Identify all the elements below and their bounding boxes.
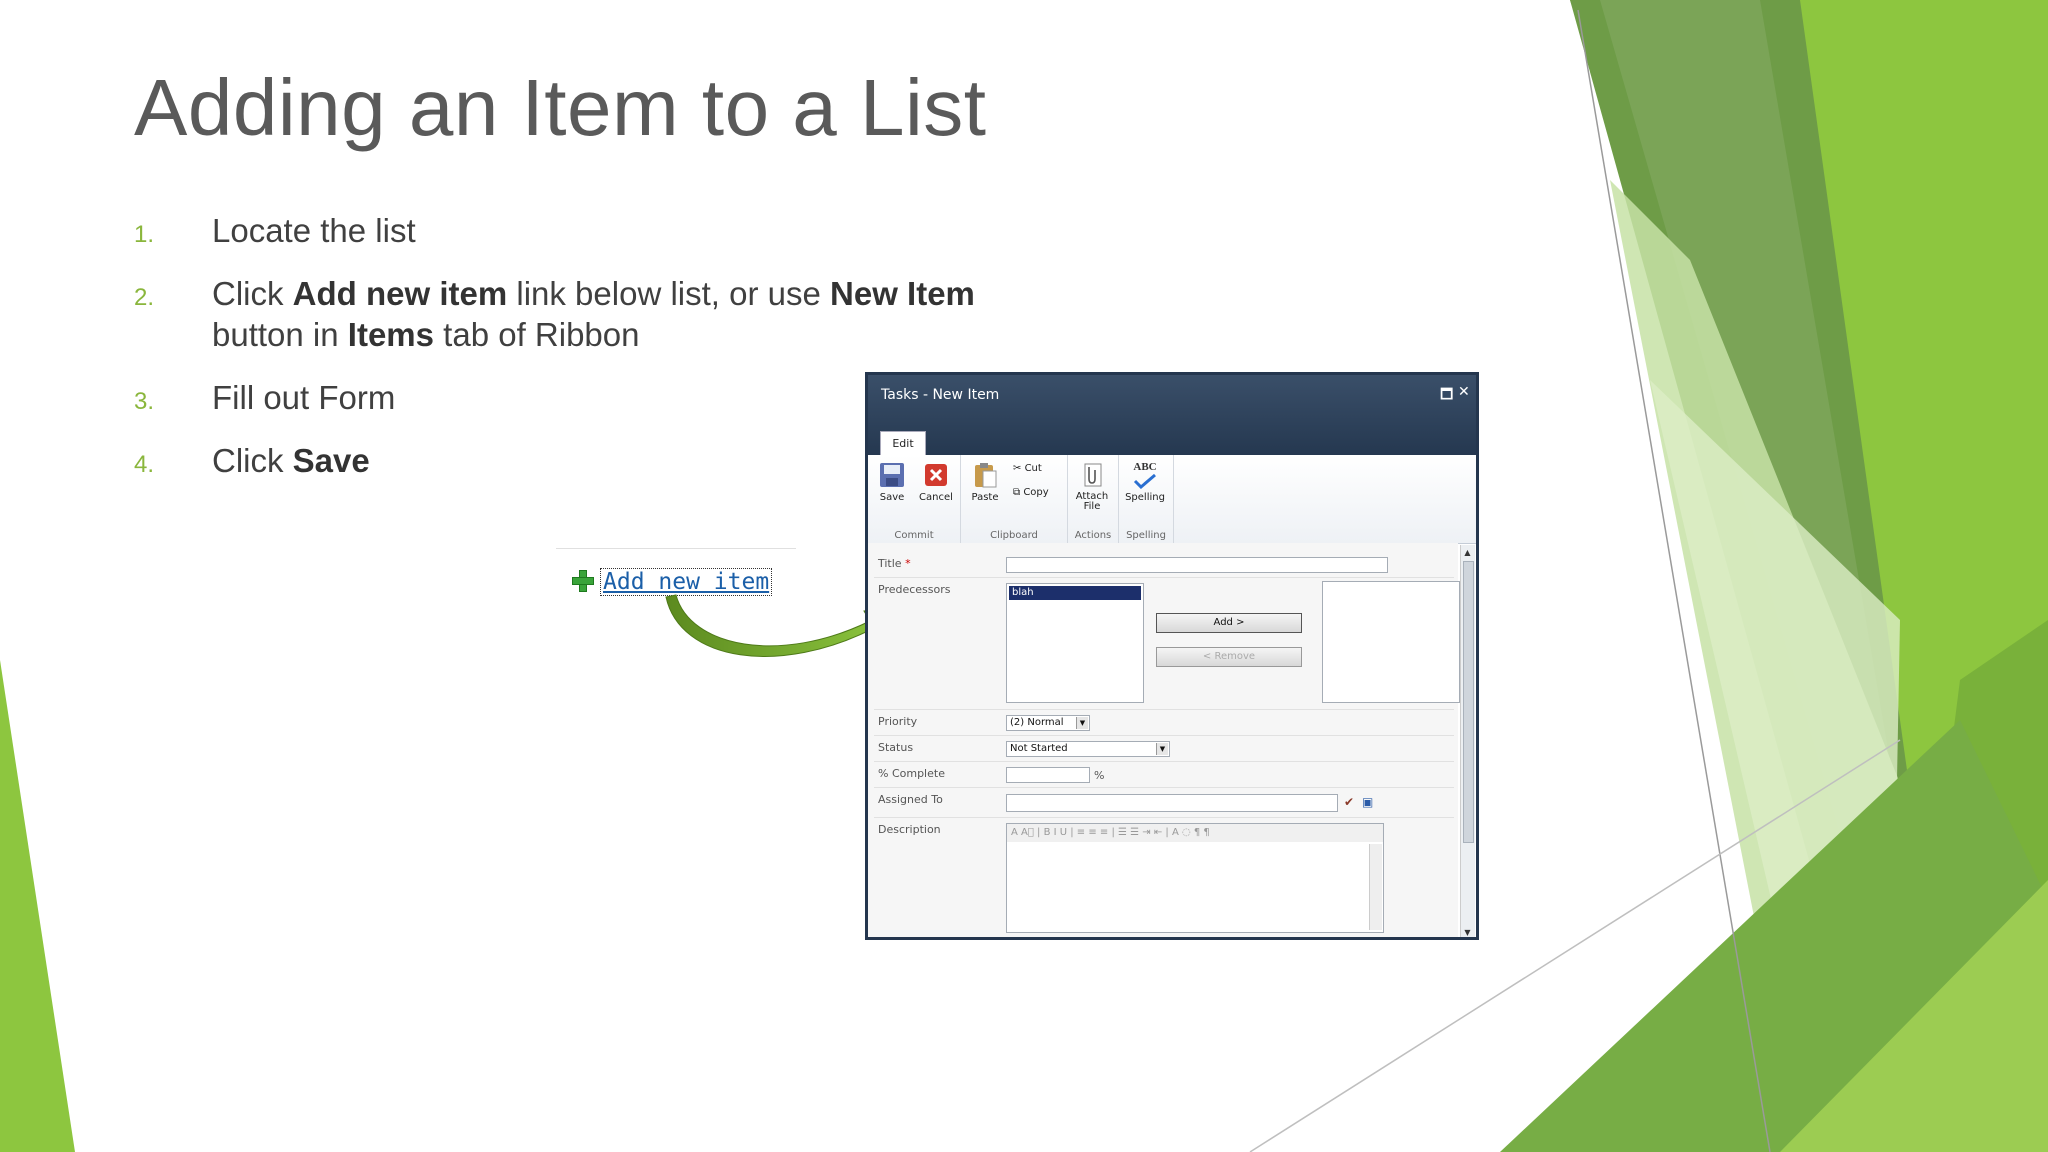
spellcheck-icon: ABC xyxy=(1131,461,1159,489)
save-label: Save xyxy=(879,492,905,503)
status-select[interactable]: Not Started ▼ xyxy=(1006,741,1170,757)
step-text: link below list, or use xyxy=(507,275,831,312)
group-commit: Save Cancel Commit xyxy=(868,455,961,543)
cut-button[interactable]: ✂ Cut xyxy=(1013,463,1042,474)
plus-icon xyxy=(572,570,594,592)
description-editor[interactable]: A A⃒ | B I U | ≡ ≡ ≡ | ☰ ☰ ⇥ ⇤ | A ◌ ¶ ¶ xyxy=(1006,823,1384,933)
group-clipboard: Paste ✂ Cut ⧉ Copy Clipboard xyxy=(961,455,1068,543)
step-item: 2. Click Add new item link below list, or… xyxy=(134,273,1034,355)
paste-button[interactable]: Paste xyxy=(963,461,1007,503)
spelling-button[interactable]: ABC Spelling xyxy=(1123,461,1167,503)
assigned-label: Assigned To xyxy=(878,793,943,806)
scroll-thumb[interactable] xyxy=(1463,561,1474,843)
step-number: 3. xyxy=(134,388,155,415)
row-title: Title * xyxy=(874,553,1454,578)
browse-icon[interactable]: ▣ xyxy=(1362,795,1373,809)
rich-text-toolbar[interactable]: A A⃒ | B I U | ≡ ≡ ≡ | ☰ ☰ ⇥ ⇤ | A ◌ ¶ ¶ xyxy=(1007,824,1383,842)
ribbon: Save Cancel Commit Paste ✂ Cut ⧉ Copy Cl… xyxy=(868,455,1476,544)
cancel-button[interactable]: Cancel xyxy=(914,461,958,503)
spelling-label: Spelling xyxy=(1125,492,1165,503)
close-icon[interactable]: ✕ xyxy=(1458,384,1470,400)
percent-complete-input[interactable] xyxy=(1006,767,1090,783)
step-text: Click xyxy=(212,442,293,479)
row-assigned: Assigned To ✔ ▣ xyxy=(874,789,1454,818)
required-marker: * xyxy=(905,557,911,570)
group-actions: Attach File Actions xyxy=(1068,455,1119,543)
row-description: Description A A⃒ | B I U | ≡ ≡ ≡ | ☰ ☰ ⇥… xyxy=(874,819,1454,937)
predecessor-option[interactable]: blah xyxy=(1009,586,1141,600)
status-value: Not Started xyxy=(1010,743,1068,754)
copy-label: Copy xyxy=(1023,487,1049,498)
step-text: button in xyxy=(212,316,348,353)
step-number: 4. xyxy=(134,451,155,478)
percent-sign: % xyxy=(1094,769,1105,782)
complete-label: % Complete xyxy=(878,767,945,780)
status-label: Status xyxy=(878,741,914,754)
step-text: Click xyxy=(212,275,293,312)
predecessors-label: Predecessors xyxy=(878,583,951,596)
save-icon xyxy=(878,461,906,489)
attach-file-button[interactable]: Attach File xyxy=(1070,461,1114,512)
cancel-icon xyxy=(922,461,950,489)
priority-label: Priority xyxy=(878,715,918,728)
priority-select[interactable]: (2) Normal ▼ xyxy=(1006,715,1090,731)
chevron-down-icon: ▼ xyxy=(1076,717,1088,729)
new-item-dialog: Tasks - New Item 🗖 ✕ Edit Save Cancel Co… xyxy=(865,372,1479,940)
step-text: Fill out Form xyxy=(212,379,396,416)
actions-group-label: Actions xyxy=(1074,530,1112,541)
attach-label-line2: File xyxy=(1083,501,1101,512)
priority-value: (2) Normal xyxy=(1010,717,1064,728)
editor-scrollbar[interactable] xyxy=(1369,844,1382,930)
paste-label: Paste xyxy=(971,492,999,503)
scroll-up-icon[interactable]: ▲ xyxy=(1463,547,1472,559)
paperclip-icon xyxy=(1078,461,1106,489)
paste-icon xyxy=(971,461,999,489)
dialog-title: Tasks - New Item xyxy=(881,387,1000,403)
save-button[interactable]: Save xyxy=(870,461,914,503)
predecessors-available-list[interactable]: blah xyxy=(1006,583,1144,703)
scissors-icon: ✂ xyxy=(1013,463,1022,474)
step-text: tab of Ribbon xyxy=(434,316,640,353)
step-item: 1. Locate the list xyxy=(134,210,1034,251)
form-scrollbar[interactable]: ▲ ▼ xyxy=(1460,545,1475,937)
row-priority: Priority (2) Normal ▼ xyxy=(874,711,1454,736)
step-text: Locate the list xyxy=(212,212,416,249)
title-label: Title * xyxy=(878,557,911,570)
cancel-label: Cancel xyxy=(919,492,953,503)
clipboard-group-label: Clipboard xyxy=(990,530,1038,541)
group-spelling: ABC Spelling Spelling xyxy=(1119,455,1174,543)
description-label: Description xyxy=(878,823,941,836)
maximize-icon[interactable]: 🗖 xyxy=(1440,384,1453,408)
check-names-icon[interactable]: ✔ xyxy=(1344,795,1354,809)
slide: Adding an Item to a List 1. Locate the li… xyxy=(0,0,2048,1152)
add-predecessor-button[interactable]: Add > xyxy=(1156,613,1302,633)
dialog-header: Tasks - New Item 🗖 ✕ Edit xyxy=(868,375,1476,456)
separator xyxy=(556,548,796,549)
commit-group-label: Commit xyxy=(894,530,934,541)
cut-label: Cut xyxy=(1024,463,1042,474)
row-status: Status Not Started ▼ xyxy=(874,737,1454,762)
item-form: Title * Predecessors blah Add > < Remove… xyxy=(868,543,1460,937)
copy-button[interactable]: ⧉ Copy xyxy=(1013,487,1049,498)
row-predecessors: Predecessors blah Add > < Remove xyxy=(874,579,1460,710)
title-input[interactable] xyxy=(1006,557,1388,573)
step-emphasis: Save xyxy=(292,442,370,479)
abc-glyph: ABC xyxy=(1133,461,1157,473)
spelling-group-label: Spelling xyxy=(1126,530,1166,541)
assigned-to-input[interactable] xyxy=(1006,794,1338,812)
copy-icon: ⧉ xyxy=(1013,487,1021,498)
tab-edit[interactable]: Edit xyxy=(880,431,926,456)
remove-predecessor-button[interactable]: < Remove xyxy=(1156,647,1302,667)
step-emphasis: Add new item xyxy=(292,275,508,312)
step-number: 1. xyxy=(134,221,155,248)
step-emphasis: New Item xyxy=(830,275,975,312)
chevron-down-icon: ▼ xyxy=(1156,743,1168,755)
step-emphasis: Items xyxy=(347,316,434,353)
row-complete: % Complete % xyxy=(874,763,1454,788)
title-label-text: Title xyxy=(878,557,902,570)
scroll-down-icon[interactable]: ▼ xyxy=(1463,927,1472,937)
slide-title: Adding an Item to a List xyxy=(134,63,987,152)
step-number: 2. xyxy=(134,284,155,311)
predecessors-selected-list[interactable] xyxy=(1322,581,1460,703)
